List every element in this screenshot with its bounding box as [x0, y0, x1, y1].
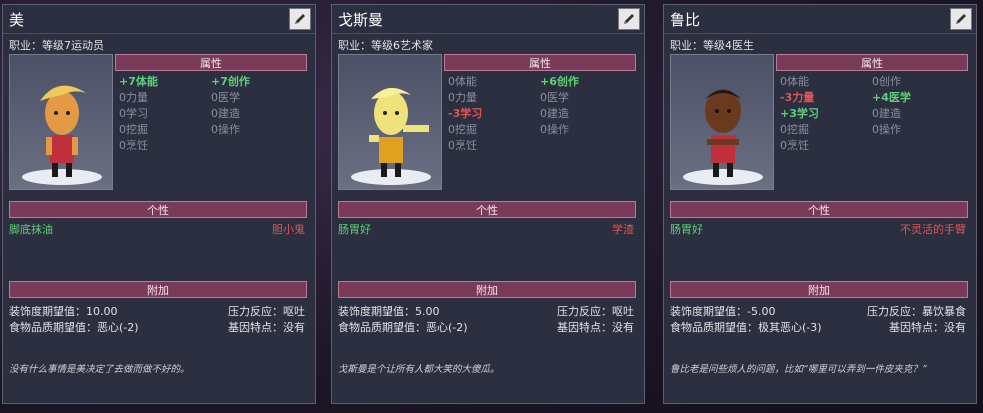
trait-positive: 脚底抹油: [9, 223, 53, 236]
card-header: 美: [3, 5, 315, 34]
attr-medicine: +4医学: [872, 91, 911, 104]
attr-creativity: +7创作: [211, 75, 250, 88]
traits-header: 个性: [670, 201, 968, 218]
attr-cuisine: 0烹饪: [780, 139, 809, 152]
attr-machinery: 0操作: [211, 123, 240, 136]
attr-creativity: +6创作: [540, 75, 579, 88]
duplicant-card-1[interactable]: 美 职业：等级7运动员 属性 +7体能 +7创作 0力量 0医学 0学习 0建造…: [2, 4, 316, 404]
attr-creativity: 0创作: [872, 75, 901, 88]
trait-negative: 胆小鬼: [272, 223, 305, 236]
stress-reaction: 压力反应：呕吐: [228, 305, 305, 318]
attr-strength: 0力量: [448, 91, 477, 104]
duplicant-name: 鲁比: [670, 11, 701, 29]
card-header: 戈斯曼: [332, 5, 644, 34]
pencil-icon: [295, 14, 305, 24]
gene-trait: 基因特点：没有: [889, 321, 966, 334]
rename-button[interactable]: [950, 8, 972, 30]
traits-header: 个性: [338, 201, 636, 218]
duplicant-card-2[interactable]: 戈斯曼 职业：等级6艺术家 属性 0体能 +6创作 0力量 0医学 -3学习 0…: [331, 4, 645, 404]
duplicant-portrait: [670, 54, 774, 190]
bio-description: 鲁比老是问些烦人的问题，比如“哪里可以弄到一件皮夹克？”: [670, 364, 927, 375]
attr-science: 0学习: [119, 107, 148, 120]
attr-strength: -3力量: [780, 91, 815, 104]
food-expectation: 食物品质期望值：恶心(-2): [338, 321, 468, 334]
attr-strength: 0力量: [119, 91, 148, 104]
trait-negative: 不灵活的手臂: [900, 223, 966, 236]
attr-medicine: 0医学: [211, 91, 240, 104]
attr-construction: 0建造: [872, 107, 901, 120]
decor-expectation: 装饰度期望值：10.00: [9, 305, 118, 318]
attr-science: +3学习: [780, 107, 819, 120]
duplicant-portrait: [9, 54, 113, 190]
attr-construction: 0建造: [540, 107, 569, 120]
decor-expectation: 装饰度期望值：-5.00: [670, 305, 776, 318]
attr-machinery: 0操作: [872, 123, 901, 136]
traits-header: 个性: [9, 201, 307, 218]
attr-excavation: 0挖掘: [119, 123, 148, 136]
extra-header: 附加: [9, 281, 307, 298]
rename-button[interactable]: [618, 8, 640, 30]
attr-excavation: 0挖掘: [780, 123, 809, 136]
attr-construction: 0建造: [211, 107, 240, 120]
job-label: 职业：等级7运动员: [9, 39, 104, 52]
attr-athletics: 0体能: [780, 75, 809, 88]
bio-description: 没有什么事情是美决定了去做而做不好的。: [9, 364, 190, 375]
attributes-header: 属性: [776, 54, 968, 71]
attr-machinery: 0操作: [540, 123, 569, 136]
gene-trait: 基因特点：没有: [557, 321, 634, 334]
card-header: 鲁比: [664, 5, 976, 34]
food-expectation: 食物品质期望值：恶心(-2): [9, 321, 139, 334]
rename-button[interactable]: [289, 8, 311, 30]
attr-excavation: 0挖掘: [448, 123, 477, 136]
food-expectation: 食物品质期望值：极其恶心(-3): [670, 321, 822, 334]
attr-athletics: 0体能: [448, 75, 477, 88]
bio-description: 戈斯曼是个让所有人都大笑的大傻瓜。: [338, 364, 500, 375]
job-label: 职业：等级6艺术家: [338, 39, 433, 52]
pencil-icon: [956, 14, 966, 24]
attributes-header: 属性: [444, 54, 636, 71]
attr-cuisine: 0烹饪: [119, 139, 148, 152]
attr-athletics: +7体能: [119, 75, 158, 88]
duplicant-name: 戈斯曼: [338, 11, 384, 29]
attr-science: -3学习: [448, 107, 483, 120]
trait-positive: 肠胃好: [338, 223, 371, 236]
stress-reaction: 压力反应：暴饮暴食: [867, 305, 966, 318]
attr-medicine: 0医学: [540, 91, 569, 104]
attributes-header: 属性: [115, 54, 307, 71]
pencil-icon: [624, 14, 634, 24]
trait-negative: 学渣: [612, 223, 634, 236]
stress-reaction: 压力反应：呕吐: [557, 305, 634, 318]
job-label: 职业：等级4医生: [670, 39, 754, 52]
decor-expectation: 装饰度期望值：5.00: [338, 305, 440, 318]
trait-positive: 肠胃好: [670, 223, 703, 236]
extra-header: 附加: [670, 281, 968, 298]
gene-trait: 基因特点：没有: [228, 321, 305, 334]
attr-cuisine: 0烹饪: [448, 139, 477, 152]
duplicant-card-3[interactable]: 鲁比 职业：等级4医生 属性 0体能 0创作 -3力量 +4医学 +3学习 0建…: [663, 4, 977, 404]
extra-header: 附加: [338, 281, 636, 298]
duplicant-portrait: [338, 54, 442, 190]
duplicant-name: 美: [9, 11, 25, 29]
